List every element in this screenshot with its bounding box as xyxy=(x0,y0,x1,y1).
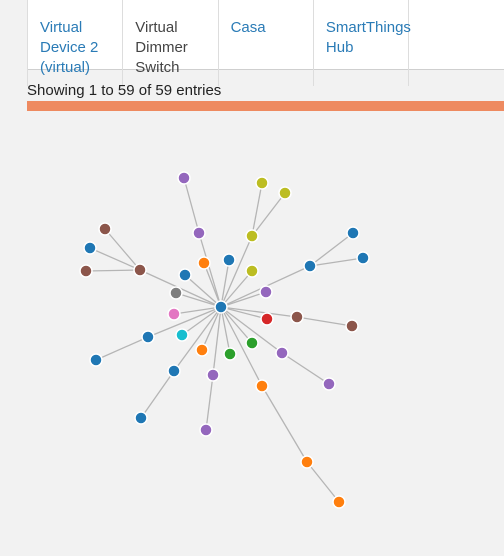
graph-node[interactable] xyxy=(290,310,304,324)
graph-edge xyxy=(306,461,340,503)
graph-edge xyxy=(296,316,353,327)
graph-node[interactable] xyxy=(245,264,259,278)
graph-node[interactable] xyxy=(167,364,181,378)
graph-node[interactable] xyxy=(169,286,183,300)
graph-node[interactable] xyxy=(245,229,259,243)
graph-node[interactable] xyxy=(178,268,192,282)
graph-node[interactable] xyxy=(322,377,336,391)
graph-node[interactable] xyxy=(134,411,148,425)
graph-edge xyxy=(251,192,286,237)
graph-node[interactable] xyxy=(255,379,269,393)
graph-node[interactable] xyxy=(255,176,269,190)
graph-node[interactable] xyxy=(175,328,189,342)
graph-node[interactable] xyxy=(195,343,209,357)
graph-node[interactable] xyxy=(222,253,236,267)
graph-node[interactable] xyxy=(199,423,213,437)
graph-node[interactable] xyxy=(141,330,155,344)
graph-edge xyxy=(220,306,231,355)
graph-edge xyxy=(104,228,141,271)
graph-node[interactable] xyxy=(278,186,292,200)
graph-edges xyxy=(85,177,364,503)
graph-node[interactable] xyxy=(303,259,317,273)
graph-edge xyxy=(140,370,175,419)
graph-edge xyxy=(261,385,308,463)
graph-edge xyxy=(85,269,141,272)
graph-edge xyxy=(95,336,149,361)
graph-node[interactable] xyxy=(260,312,274,326)
graph-node[interactable] xyxy=(83,241,97,255)
graph-node[interactable] xyxy=(356,251,370,265)
graph-edge xyxy=(251,182,263,237)
graph-node[interactable] xyxy=(197,256,211,270)
graph-node[interactable] xyxy=(79,264,93,278)
graph-node[interactable] xyxy=(206,368,220,382)
graph-edge xyxy=(89,247,141,271)
graph-node[interactable] xyxy=(98,222,112,236)
graph-edge xyxy=(281,352,330,385)
graph-node[interactable] xyxy=(275,346,289,360)
graph-node[interactable] xyxy=(300,455,314,469)
graph-node[interactable] xyxy=(345,319,359,333)
graph-node[interactable] xyxy=(192,226,206,240)
graph-node[interactable] xyxy=(223,347,237,361)
graph-edge xyxy=(183,177,200,234)
graph-node[interactable] xyxy=(167,307,181,321)
graph-node[interactable] xyxy=(89,353,103,367)
graph-node[interactable] xyxy=(133,263,147,277)
graph-hub-node[interactable] xyxy=(214,300,228,314)
graph-edge xyxy=(175,292,222,308)
graph-edge xyxy=(198,232,222,308)
graph-edge xyxy=(205,374,214,431)
device-graph[interactable] xyxy=(0,0,504,556)
graph-node[interactable] xyxy=(245,336,259,350)
graph-node[interactable] xyxy=(332,495,346,509)
graph-node[interactable] xyxy=(346,226,360,240)
graph-node[interactable] xyxy=(259,285,273,299)
graph-nodes xyxy=(79,171,370,509)
graph-node[interactable] xyxy=(177,171,191,185)
